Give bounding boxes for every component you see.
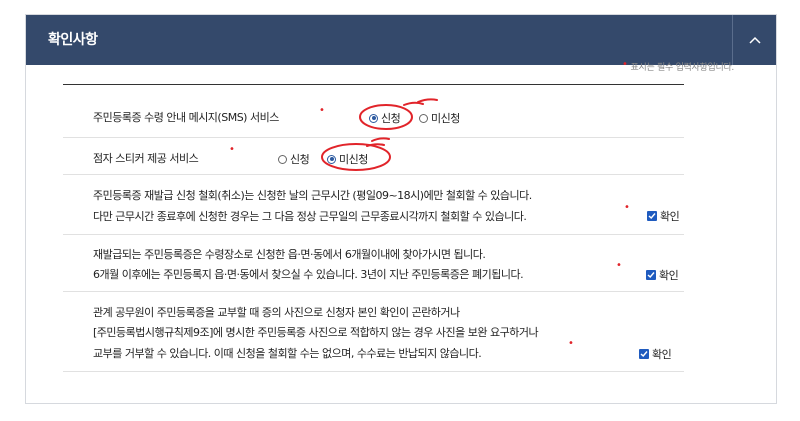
sms-service-row: 주민등록증 수령 안내 메시지(SMS) 서비스 • 신청 미신청 <box>63 85 684 138</box>
sticker-decline-label: 미신청 <box>339 153 368 166</box>
sms-service-label: 주민등록증 수령 안내 메시지(SMS) 서비스 <box>93 111 279 124</box>
collapse-button[interactable] <box>732 15 776 65</box>
required-marker: • <box>621 59 628 70</box>
radio-unselected-icon <box>278 154 287 164</box>
confirm-row-pickup: 재발급되는 주민등록증은 수령장소로 신청한 읍·면·동에서 6개월이내에 찾아… <box>63 235 684 292</box>
confirm-text-line: 재발급되는 주민등록증은 수령장소로 신청한 읍·면·동에서 6개월이내에 찾아… <box>93 248 486 261</box>
confirm-checkbox-label: 확인 <box>652 348 672 361</box>
sms-apply-label: 신청 <box>381 112 401 125</box>
sms-decline-radio[interactable]: 미신청 <box>419 110 460 126</box>
required-marker: • <box>624 202 630 213</box>
panel-title: 확인사항 <box>48 32 98 48</box>
confirm-text-line: 다만 근무시간 종료후에 신청한 경우는 그 다음 정상 근무일의 근무종료시각… <box>93 210 527 223</box>
radio-unselected-icon <box>419 113 428 123</box>
confirm-checkbox-2[interactable]: 확인 <box>646 267 679 283</box>
sticker-decline-radio[interactable]: 미신청 <box>327 151 368 167</box>
confirm-checkbox-3[interactable]: 확인 <box>639 346 672 362</box>
checkbox-checked-icon <box>646 270 656 280</box>
confirm-text-line: 6개월 이후에는 주민등록지 읍·면·동에서 찾으실 수 있습니다. 3년이 지… <box>93 268 524 281</box>
confirm-checkbox-label: 확인 <box>659 269 679 282</box>
confirm-text-line: [주민등록법시행규칙제9조]에 명시한 주민등록증 사진으로 적합하지 않는 경… <box>93 326 539 339</box>
checkbox-checked-icon <box>639 349 649 359</box>
sticker-apply-radio[interactable]: 신청 <box>278 151 310 167</box>
required-note-text: 표시는 필수 입력사항입니다. <box>630 63 735 73</box>
confirm-row-photo: 관계 공무원이 주민등록증을 교부할 때 증의 사진으로 신청자 본인 확인이 … <box>63 292 684 372</box>
panel-header: 확인사항 <box>26 15 776 65</box>
required-note: • 표시는 필수 입력사항입니다. <box>621 59 735 73</box>
required-marker: • <box>616 260 622 271</box>
braille-sticker-label: 점자 스티커 제공 서비스 <box>93 152 199 165</box>
required-marker: • <box>568 338 574 349</box>
confirm-row-cancellation: 주민등록증 재발급 신청 철회(취소)는 신청한 날의 근무시간 (평일09~1… <box>63 175 684 235</box>
required-marker: • <box>229 144 235 155</box>
braille-sticker-row: 점자 스티커 제공 서비스 • 신청 미신청 <box>63 138 684 175</box>
sticker-apply-label: 신청 <box>290 153 310 166</box>
radio-selected-icon <box>327 154 336 164</box>
chevron-up-icon <box>748 36 761 44</box>
confirm-checkbox-1[interactable]: 확인 <box>647 208 680 224</box>
sms-decline-label: 미신청 <box>431 112 460 125</box>
sms-apply-radio[interactable]: 신청 <box>369 110 401 126</box>
confirm-text-line: 관계 공무원이 주민등록증을 교부할 때 증의 사진으로 신청자 본인 확인이 … <box>93 306 460 319</box>
confirm-text-line: 교부를 거부할 수 있습니다. 이때 신청을 철회할 수는 없으며, 수수료는 … <box>93 347 482 360</box>
confirm-text-line: 주민등록증 재발급 신청 철회(취소)는 신청한 날의 근무시간 (평일09~1… <box>93 189 532 202</box>
radio-selected-icon <box>369 113 378 123</box>
confirm-checkbox-label: 확인 <box>660 210 680 223</box>
checkbox-checked-icon <box>647 211 657 221</box>
required-marker: • <box>319 105 325 116</box>
